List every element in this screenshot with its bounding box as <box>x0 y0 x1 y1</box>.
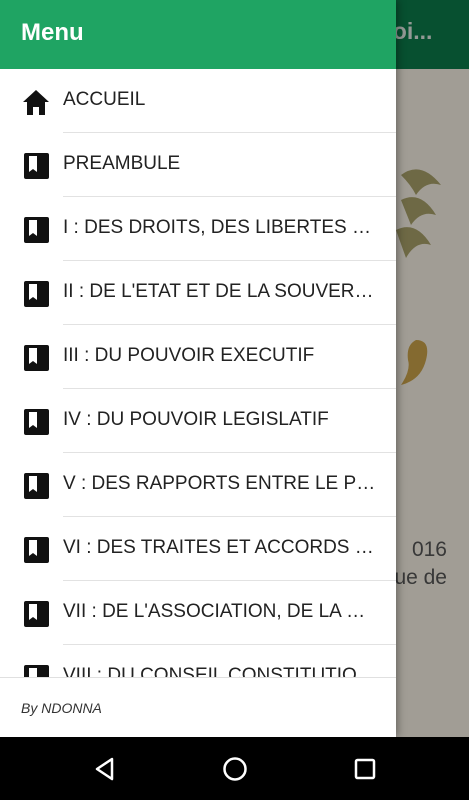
home-circle-icon <box>223 756 247 781</box>
book-icon <box>24 473 49 499</box>
home-button[interactable] <box>205 737 265 800</box>
navigation-drawer: Menu ACCUEIL PREAMBULE I : DES DROITS, D… <box>0 0 396 737</box>
menu-item-title-5[interactable]: V : DES RAPPORTS ENTRE LE POUVOIR EXECUT… <box>0 453 396 517</box>
home-icon <box>23 90 49 115</box>
book-icon <box>24 345 49 371</box>
menu-item-preambule[interactable]: PREAMBULE <box>0 133 396 197</box>
menu-item-label: VII : DE L'ASSOCIATION, DE LA COOPERATIO… <box>63 601 377 622</box>
drawer-footer: By NDONNA <box>0 677 396 737</box>
menu-item-label: II : DE L'ETAT ET DE LA SOUVERAINETE <box>63 281 377 302</box>
book-icon <box>24 217 49 243</box>
menu-item-label: III : DU POUVOIR EXECUTIF <box>63 345 315 366</box>
menu-item-title-2[interactable]: II : DE L'ETAT ET DE LA SOUVERAINETE <box>0 261 396 325</box>
recents-button[interactable] <box>335 737 395 800</box>
menu-item-title-4[interactable]: IV : DU POUVOIR LEGISLATIF <box>0 389 396 453</box>
menu-item-title-6[interactable]: VI : DES TRAITES ET ACCORDS INTERNATIONA… <box>0 517 396 581</box>
book-icon <box>24 281 49 307</box>
book-icon <box>24 153 49 179</box>
menu-item-accueil[interactable]: ACCUEIL <box>0 69 396 133</box>
back-icon <box>95 757 114 780</box>
book-icon <box>24 601 49 627</box>
drawer-title: Menu <box>21 19 84 46</box>
drawer-header: Menu <box>0 0 396 69</box>
book-icon <box>24 537 49 563</box>
menu-item-label: VIII : DU CONSEIL CONSTITUTIONNEL <box>63 665 377 677</box>
back-button[interactable] <box>75 737 135 800</box>
recents-icon <box>354 758 376 779</box>
book-icon <box>24 665 49 677</box>
menu-list[interactable]: ACCUEIL PREAMBULE I : DES DROITS, DES LI… <box>0 69 396 677</box>
system-navigation-bar <box>0 737 469 800</box>
menu-item-label: IV : DU POUVOIR LEGISLATIF <box>63 409 329 430</box>
menu-item-title-7[interactable]: VII : DE L'ASSOCIATION, DE LA COOPERATIO… <box>0 581 396 645</box>
menu-item-title-3[interactable]: III : DU POUVOIR EXECUTIF <box>0 325 396 389</box>
menu-item-label: VI : DES TRAITES ET ACCORDS INTERNATIONA… <box>63 537 377 558</box>
menu-item-label: ACCUEIL <box>63 89 146 110</box>
menu-item-label: V : DES RAPPORTS ENTRE LE POUVOIR EXECUT… <box>63 473 377 494</box>
book-icon <box>24 409 49 435</box>
menu-item-label: I : DES DROITS, DES LIBERTES ET DES DEVO… <box>63 217 377 238</box>
menu-item-title-8[interactable]: VIII : DU CONSEIL CONSTITUTIONNEL <box>0 645 396 677</box>
author-credit: By NDONNA <box>21 700 102 716</box>
menu-item-label: PREAMBULE <box>63 153 181 174</box>
menu-item-title-1[interactable]: I : DES DROITS, DES LIBERTES ET DES DEVO… <box>0 197 396 261</box>
